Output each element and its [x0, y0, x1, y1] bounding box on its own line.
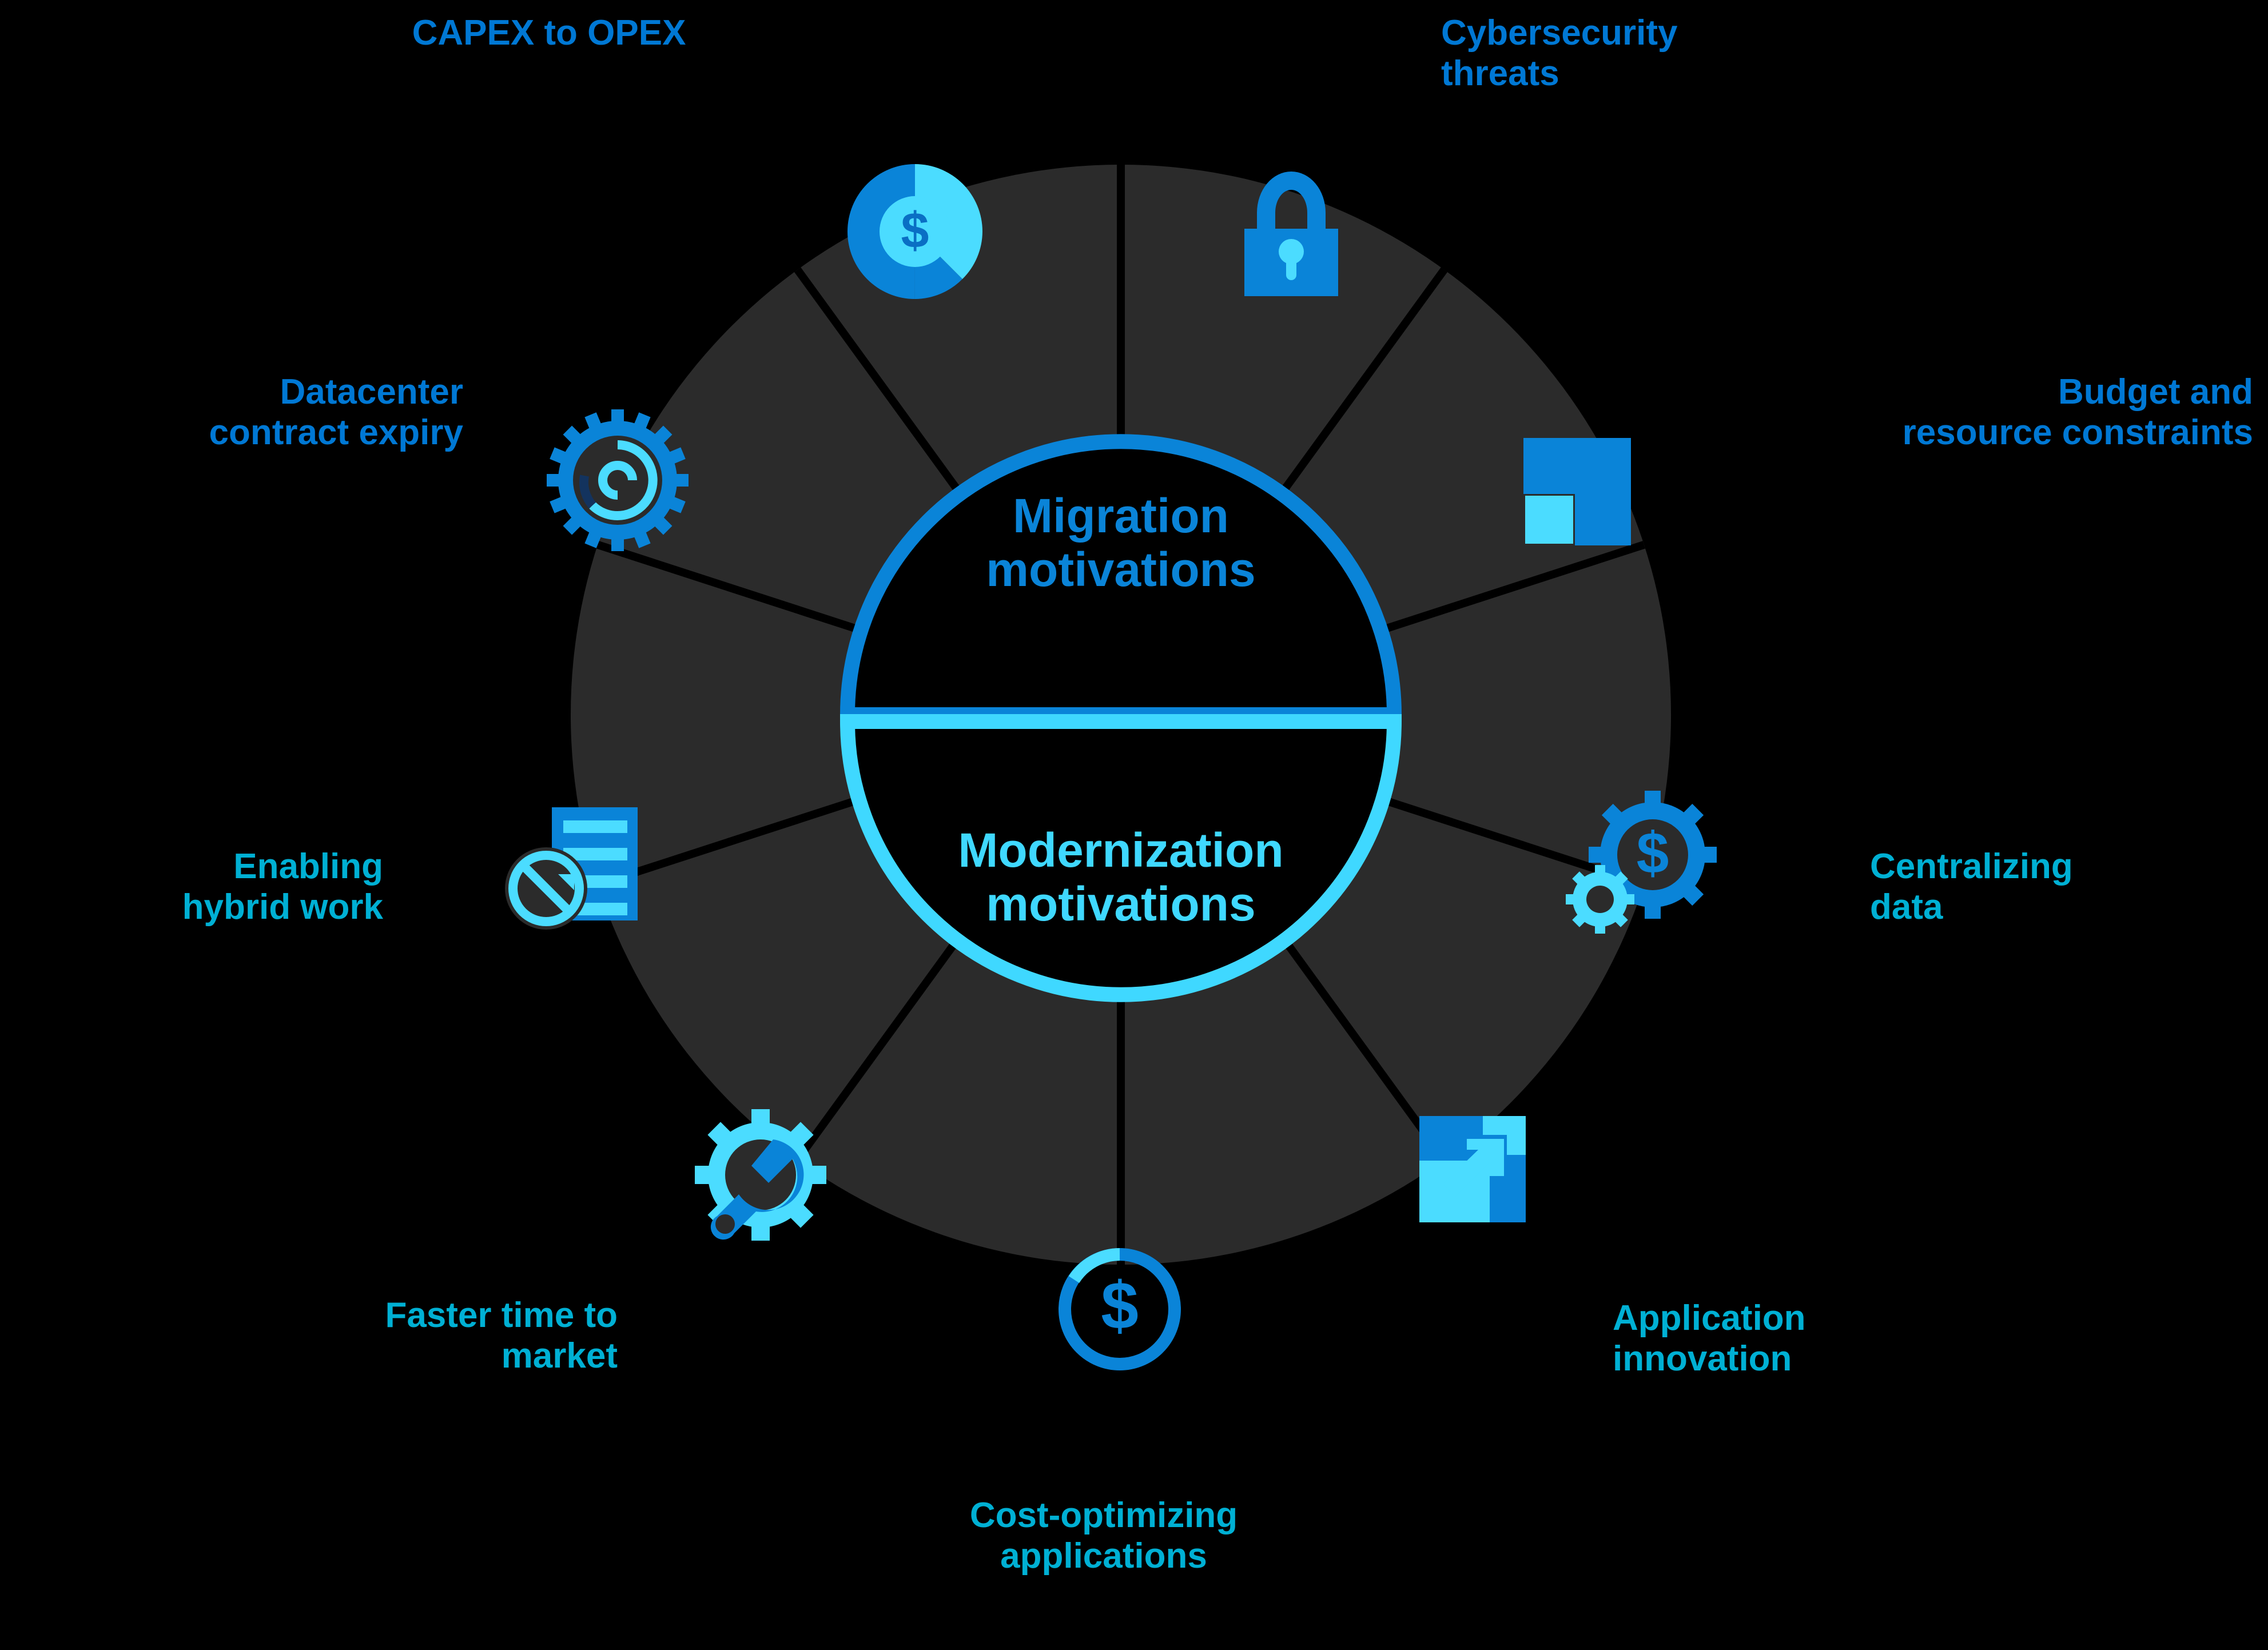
svg-text:$: $: [1101, 1268, 1139, 1344]
arrow-up-right-square-icon: [1419, 1116, 1526, 1222]
svg-text:$: $: [1637, 820, 1669, 886]
label-capex-to-opex[interactable]: CAPEX to OPEX: [349, 13, 749, 53]
motivations-wheel-diagram: $ $ $ Migration motivations Modernizatio…: [0, 0, 2268, 1650]
label-datacenter-contract-expiry[interactable]: Datacenter contract expiry: [63, 372, 463, 453]
dollar-donut-chart-icon: $: [847, 164, 982, 299]
label-enabling-hybrid-work[interactable]: Enabling hybrid work: [74, 846, 383, 928]
gear-spiral-icon: [547, 409, 689, 551]
label-budget-resource-constraints[interactable]: Budget and resource constraints: [1618, 372, 2253, 453]
svg-text:$: $: [901, 202, 929, 258]
gear-wrench-icon: [695, 1109, 826, 1241]
label-application-innovation[interactable]: Application innovation: [1613, 1298, 1979, 1380]
dollar-ring-icon: $: [1059, 1248, 1181, 1370]
nested-squares-icon: [1523, 438, 1631, 545]
document-refresh-icon: [505, 807, 638, 930]
label-centralizing-data[interactable]: Centralizing data: [1870, 846, 2225, 928]
label-cost-optimizing-applications[interactable]: Cost-optimizing applications: [846, 1495, 1361, 1577]
center-migration-label: Migration motivations: [986, 489, 1256, 597]
center-modernization-label: Modernization motivations: [958, 823, 1284, 931]
label-cybersecurity-threats[interactable]: Cybersecurity threats: [1441, 13, 1876, 94]
label-faster-time-to-market[interactable]: Faster time to market: [229, 1295, 618, 1377]
